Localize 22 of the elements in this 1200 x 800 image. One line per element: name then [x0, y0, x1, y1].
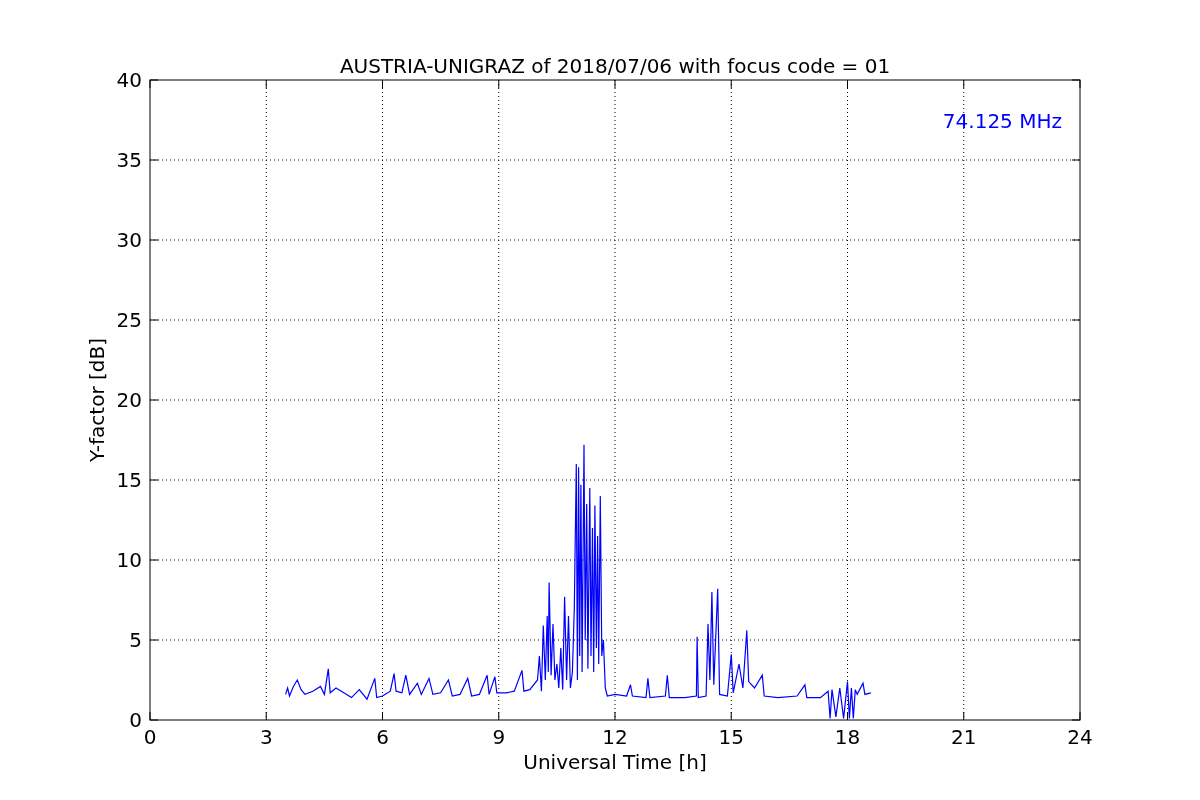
y-tick-label: 15: [116, 468, 142, 492]
y-tick-label: 20: [116, 388, 142, 412]
y-tick-label: 10: [116, 548, 142, 572]
x-axis-label: Universal Time [h]: [523, 750, 707, 774]
x-tick-label: 21: [951, 725, 977, 749]
chart-title: AUSTRIA-UNIGRAZ of 2018/07/06 with focus code = 01: [339, 54, 891, 78]
x-tick-label: 15: [718, 725, 744, 749]
y-tick-label: 0: [129, 708, 142, 732]
x-tick-label: 12: [602, 725, 628, 749]
x-tick-label: 9: [492, 725, 506, 749]
y-tick-label: 5: [129, 628, 142, 652]
y-tick-label: 40: [116, 68, 142, 92]
x-tick-label: 0: [143, 725, 157, 749]
y-tick-label: 25: [116, 308, 142, 332]
x-tick-label: 3: [259, 725, 273, 749]
x-tick-label: 24: [1067, 725, 1093, 749]
y-tick-label: 30: [116, 228, 142, 252]
frequency-annotation: 74.125 MHz: [942, 109, 1062, 133]
y-axis-label: Y-factor [dB]: [85, 338, 109, 462]
x-tick-label: 6: [376, 725, 389, 749]
y-tick-label: 35: [116, 148, 142, 172]
x-tick-label: 18: [834, 725, 861, 749]
